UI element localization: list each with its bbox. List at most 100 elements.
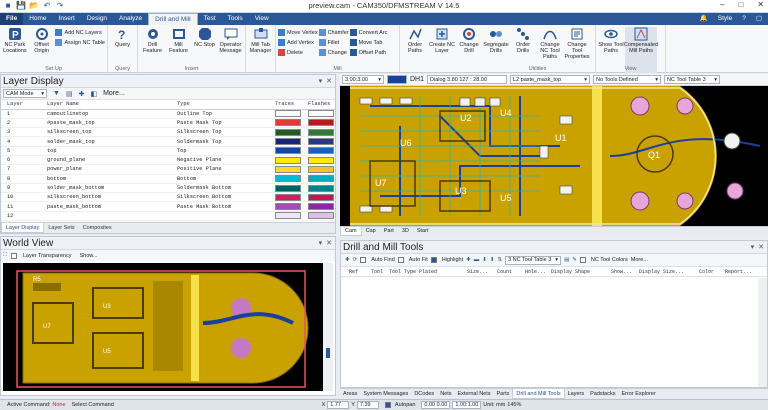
layer-row[interactable]: 1 camoutlinetop Outline Top	[1, 109, 335, 119]
col-hole[interactable]: Hole...	[525, 269, 551, 275]
tab-areas[interactable]: Areas	[340, 389, 360, 399]
menu-insert[interactable]: Insert	[53, 13, 81, 25]
traces-color-cell[interactable]	[269, 192, 302, 203]
col-tool-type[interactable]: Tool Type	[389, 269, 419, 275]
move-up-icon[interactable]: ⬆	[490, 257, 495, 263]
flashes-color-cell[interactable]	[302, 146, 335, 157]
traces-color-cell[interactable]	[269, 174, 302, 184]
menu-home[interactable]: Home	[23, 13, 52, 25]
delete-row-icon[interactable]: ▬	[474, 257, 480, 263]
tools-select[interactable]: No Tools Defined ▾	[593, 75, 662, 84]
col-layer-name[interactable]: Layer Name	[41, 100, 171, 110]
move-vertex-button[interactable]: Move Vertex	[278, 28, 318, 37]
mill-tab-manager-button[interactable]: Mill Tab Manager	[248, 27, 273, 73]
nc-tool-table-select[interactable]: NC Tool Table 3 ▾	[664, 75, 721, 84]
maximize-button[interactable]: □	[738, 0, 743, 9]
col-tool[interactable]: Tool	[371, 269, 389, 275]
zoom-ratio-select[interactable]: 3.00:3.00 ▾	[342, 75, 384, 84]
tab-error-explorer[interactable]: Error Explorer	[618, 389, 658, 399]
pin-icon[interactable]: ▾	[319, 237, 323, 250]
flashes-color-cell[interactable]	[302, 183, 335, 194]
auto-fit-checkbox[interactable]	[397, 257, 404, 263]
traces-color-cell[interactable]	[269, 118, 302, 129]
traces-color-cell[interactable]	[269, 211, 302, 222]
flashes-color-cell[interactable]	[302, 174, 335, 184]
col-type[interactable]: Type	[171, 100, 269, 110]
style-menu[interactable]: Style	[718, 13, 732, 25]
refresh-icon[interactable]: ⟳	[353, 257, 358, 263]
y-coordinate[interactable]: 7.39	[356, 401, 379, 409]
tab-system-messages[interactable]: System Messages	[360, 389, 411, 399]
tab-layer-sets[interactable]: Layer Sets	[44, 223, 78, 233]
delete-button[interactable]: Delete	[278, 48, 318, 57]
add-icon[interactable]: ✚	[345, 257, 350, 263]
traces-color-cell[interactable]	[269, 201, 302, 212]
layer-row[interactable]: 10 silkscreen_bottom Silkscreen Bottom	[1, 192, 335, 203]
unit-label[interactable]: Unit: mm	[483, 402, 505, 408]
drill-mill-vscroll[interactable]	[758, 278, 767, 387]
layer-row[interactable]: 5 top Top	[1, 146, 335, 157]
tab-drill-and-mill-tools[interactable]: Drill and Mill Tools	[512, 389, 565, 399]
layer-select[interactable]: L2 paste_mask_top ▾	[510, 75, 591, 84]
offset-path-button[interactable]: Offset Path	[349, 48, 388, 57]
minimize-button[interactable]: –	[720, 0, 724, 9]
menu-view[interactable]: View	[249, 13, 275, 25]
layer-color-swatch[interactable]	[387, 75, 407, 84]
flashes-color-cell[interactable]	[302, 118, 335, 129]
menu-tools[interactable]: Tools	[222, 13, 249, 25]
chamfer-button[interactable]: Chamfer	[318, 28, 349, 37]
layer-row[interactable]: 2 #paste_mask_top Paste Mask Top	[1, 118, 335, 129]
layer-row[interactable]: 8 bottom Bottom	[1, 174, 335, 184]
add-vertex-button[interactable]: Add Vertex	[278, 38, 318, 47]
show-button[interactable]: Show...	[79, 253, 97, 259]
col-color[interactable]: Color	[699, 269, 725, 275]
fillet-button[interactable]: Fillet	[318, 38, 349, 47]
flashes-color-cell[interactable]	[302, 136, 335, 147]
filter-icon[interactable]: ▼	[53, 90, 60, 97]
drill-mill-table-body[interactable]	[341, 278, 757, 387]
menu-analyze[interactable]: Analyze	[113, 13, 148, 25]
layer-row[interactable]: 11 paste_mask_bottom Paste Mask Bottom	[1, 201, 335, 212]
traces-color-cell[interactable]	[269, 183, 302, 194]
more-button[interactable]: More...	[103, 90, 125, 97]
auto-find-checkbox[interactable]	[360, 257, 367, 263]
traces-color-cell[interactable]	[269, 155, 302, 166]
tab-cam[interactable]: Cam	[340, 227, 362, 236]
col-display-size[interactable]: Display Size...	[639, 269, 699, 275]
world-view-canvas[interactable]: U7 U3 U5 R5	[3, 263, 323, 391]
move-down-icon[interactable]: ⬇	[482, 257, 487, 263]
tab-dcodes[interactable]: DCodes	[411, 389, 437, 399]
traces-color-cell[interactable]	[269, 164, 302, 175]
tab-parts[interactable]: Parts	[494, 389, 513, 399]
restore-icon[interactable]: ▢	[756, 13, 762, 25]
cam-mode-select[interactable]: CAM Mode ▾	[3, 89, 47, 98]
move-tab-button[interactable]: Move Tab	[349, 38, 388, 47]
close-button[interactable]: ✕	[757, 0, 764, 9]
insert-row-icon[interactable]: ✚	[466, 257, 471, 263]
menu-file[interactable]: File	[0, 13, 24, 25]
tab-start[interactable]: Start	[413, 227, 433, 236]
traces-color-cell[interactable]	[269, 127, 302, 138]
add-icon[interactable]: ✚	[79, 90, 85, 98]
assign-nc-table-button[interactable]: Assign NC Table	[55, 38, 105, 47]
tab-cap[interactable]: Cap	[362, 227, 380, 236]
edit-icon[interactable]: ✎	[572, 257, 577, 263]
flashes-color-cell[interactable]	[302, 211, 335, 222]
col-flashes[interactable]: Flashes	[302, 100, 335, 110]
tab-part[interactable]: Part	[380, 227, 398, 236]
bell-icon[interactable]: 🔔	[700, 13, 708, 25]
nc-tool-table-dropdown[interactable]: 3 NC Tool Table 3 ▾	[505, 255, 562, 265]
tab-padstacks[interactable]: Padstacks	[587, 389, 618, 399]
close-icon[interactable]: ✕	[326, 75, 332, 88]
col-plated[interactable]: Plated	[419, 269, 467, 275]
col-count[interactable]: Count	[497, 269, 525, 275]
tab-layers[interactable]: Layers	[565, 389, 588, 399]
grid-value[interactable]: 0.00 0.00	[421, 401, 451, 409]
change-button[interactable]: Change	[318, 48, 349, 57]
layer-row[interactable]: 12	[1, 211, 335, 222]
pin-icon[interactable]: ▾	[751, 241, 755, 254]
traces-color-cell[interactable]	[269, 109, 302, 119]
flashes-color-cell[interactable]	[302, 127, 335, 138]
flashes-color-cell[interactable]	[302, 164, 335, 175]
change-drill-button[interactable]: Change Drill	[456, 27, 482, 73]
